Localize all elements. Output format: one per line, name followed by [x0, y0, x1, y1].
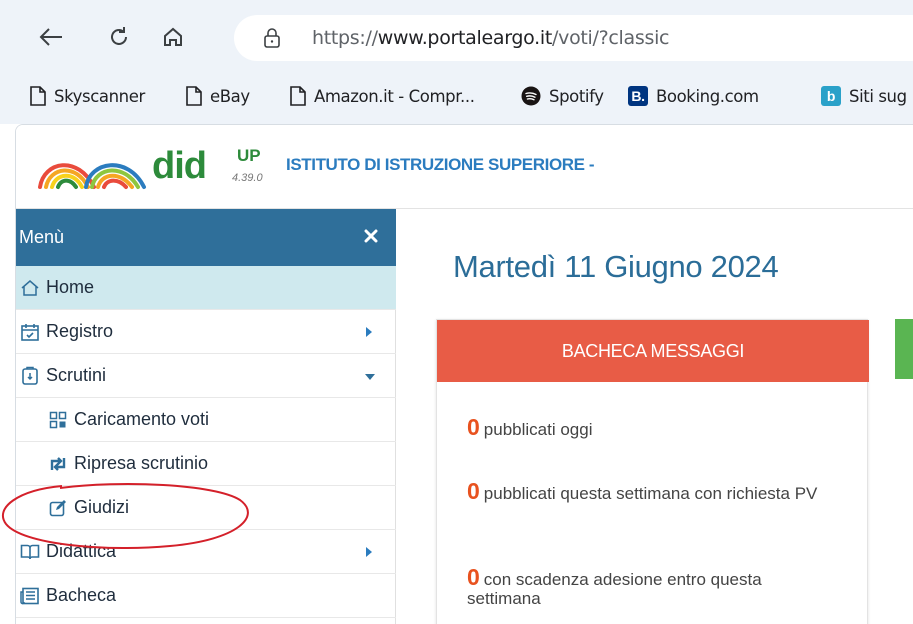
retweet-icon [47, 453, 69, 475]
bookmark-skyscanner[interactable]: Skyscanner [30, 78, 145, 114]
app-header: did UP 4.39.0 ISTITUTO DI ISTRUZIONE SUP… [16, 125, 913, 209]
spotify-icon [521, 86, 541, 106]
sidebar-item-label: Caricamento voti [74, 409, 210, 429]
sidebar-item-registro[interactable]: Registro [16, 310, 396, 354]
close-menu-button[interactable] [361, 227, 381, 247]
sidebar-menu: Menù Home Registro Scrutini Caricamento … [16, 209, 396, 624]
page-title-date: Martedì 11 Giugno 2024 [453, 249, 779, 284]
house-icon [164, 27, 182, 46]
page-icon [186, 86, 202, 106]
bookmarks-bar: Skyscanner eBay Amazon.it - Compr... Spo… [0, 78, 913, 114]
calendar-check-icon [19, 321, 41, 343]
site-info-icon[interactable] [263, 27, 281, 49]
home-button[interactable] [158, 22, 188, 52]
card-row-published-today[interactable]: 0 pubblicati oggi [467, 416, 827, 440]
count-value: 0 [467, 564, 480, 590]
sidebar-item-label: Bacheca [46, 585, 117, 605]
close-icon [364, 229, 378, 243]
bookmark-spotify[interactable]: Spotify [521, 78, 604, 114]
rainbow-logo-icon [38, 163, 146, 189]
next-card-edge [895, 319, 913, 379]
count-value: 0 [467, 414, 480, 440]
caret-down-icon [365, 374, 375, 380]
clipboard-icon [19, 365, 41, 387]
app-logo-sup: UP [237, 146, 261, 165]
sidebar-item-bacheca[interactable]: Bacheca [16, 574, 396, 618]
annotation-circle [1, 483, 249, 549]
count-label: pubblicati questa settimana con richiest… [483, 484, 818, 503]
count-label: con scadenza adesione entro questa setti… [467, 570, 762, 608]
page-icon [290, 86, 306, 106]
reload-icon [111, 27, 127, 45]
page-icon [30, 86, 46, 106]
sidebar-item-label: Ripresa scrutinio [74, 453, 209, 473]
sidebar-item-scrutini[interactable]: Scrutini [16, 354, 396, 398]
sidebar-item-label: Home [46, 277, 95, 297]
bookmark-siti-suggeriti[interactable]: b Siti sug [821, 78, 907, 114]
menu-header: Menù [16, 209, 396, 266]
back-button[interactable] [36, 22, 66, 52]
sidebar-item-caricamento-voti[interactable]: Caricamento voti [16, 398, 396, 442]
bookmark-ebay[interactable]: eBay [186, 78, 250, 114]
card-row-published-week-pv[interactable]: 0 pubblicati questa settimana con richies… [467, 480, 827, 504]
url-text[interactable]: https://www.portaleargo.it/voti/?classic [312, 27, 670, 49]
grid-icon [47, 409, 69, 431]
back-arrow-icon [39, 28, 62, 46]
bacheca-messaggi-card: BACHECA MESSAGGI 0 pubblicati oggi 0 pubbl… [436, 319, 869, 624]
school-name: ISTITUTO DI ISTRUZIONE SUPERIORE - [286, 155, 595, 174]
app-version: 4.39.0 [232, 172, 263, 184]
sidebar-item-label: Registro [46, 321, 114, 341]
sidebar-item-home[interactable]: Home [16, 266, 396, 310]
newspaper-icon [19, 585, 41, 607]
count-label: pubblicati oggi [483, 420, 593, 439]
bookmark-booking[interactable]: B. Booking.com [628, 78, 759, 114]
bookmark-amazon[interactable]: Amazon.it - Compr... [290, 78, 475, 114]
reload-button[interactable] [104, 22, 134, 52]
home-icon [19, 277, 41, 299]
menu-title: Menù [19, 227, 65, 247]
count-value: 0 [467, 478, 480, 504]
card-row-deadline-week[interactable]: 0 con scadenza adesione entro questa sett… [467, 566, 827, 609]
sidebar-item-label: Scrutini [46, 365, 107, 385]
booking-icon: B. [628, 86, 648, 106]
card-header[interactable]: BACHECA MESSAGGI [437, 320, 869, 382]
app-logo: did [152, 145, 207, 187]
bing-icon: b [821, 86, 841, 106]
caret-right-icon [366, 547, 372, 557]
caret-right-icon [366, 327, 372, 337]
browser-toolbar: https://www.portaleargo.it/voti/?classic… [0, 0, 913, 124]
